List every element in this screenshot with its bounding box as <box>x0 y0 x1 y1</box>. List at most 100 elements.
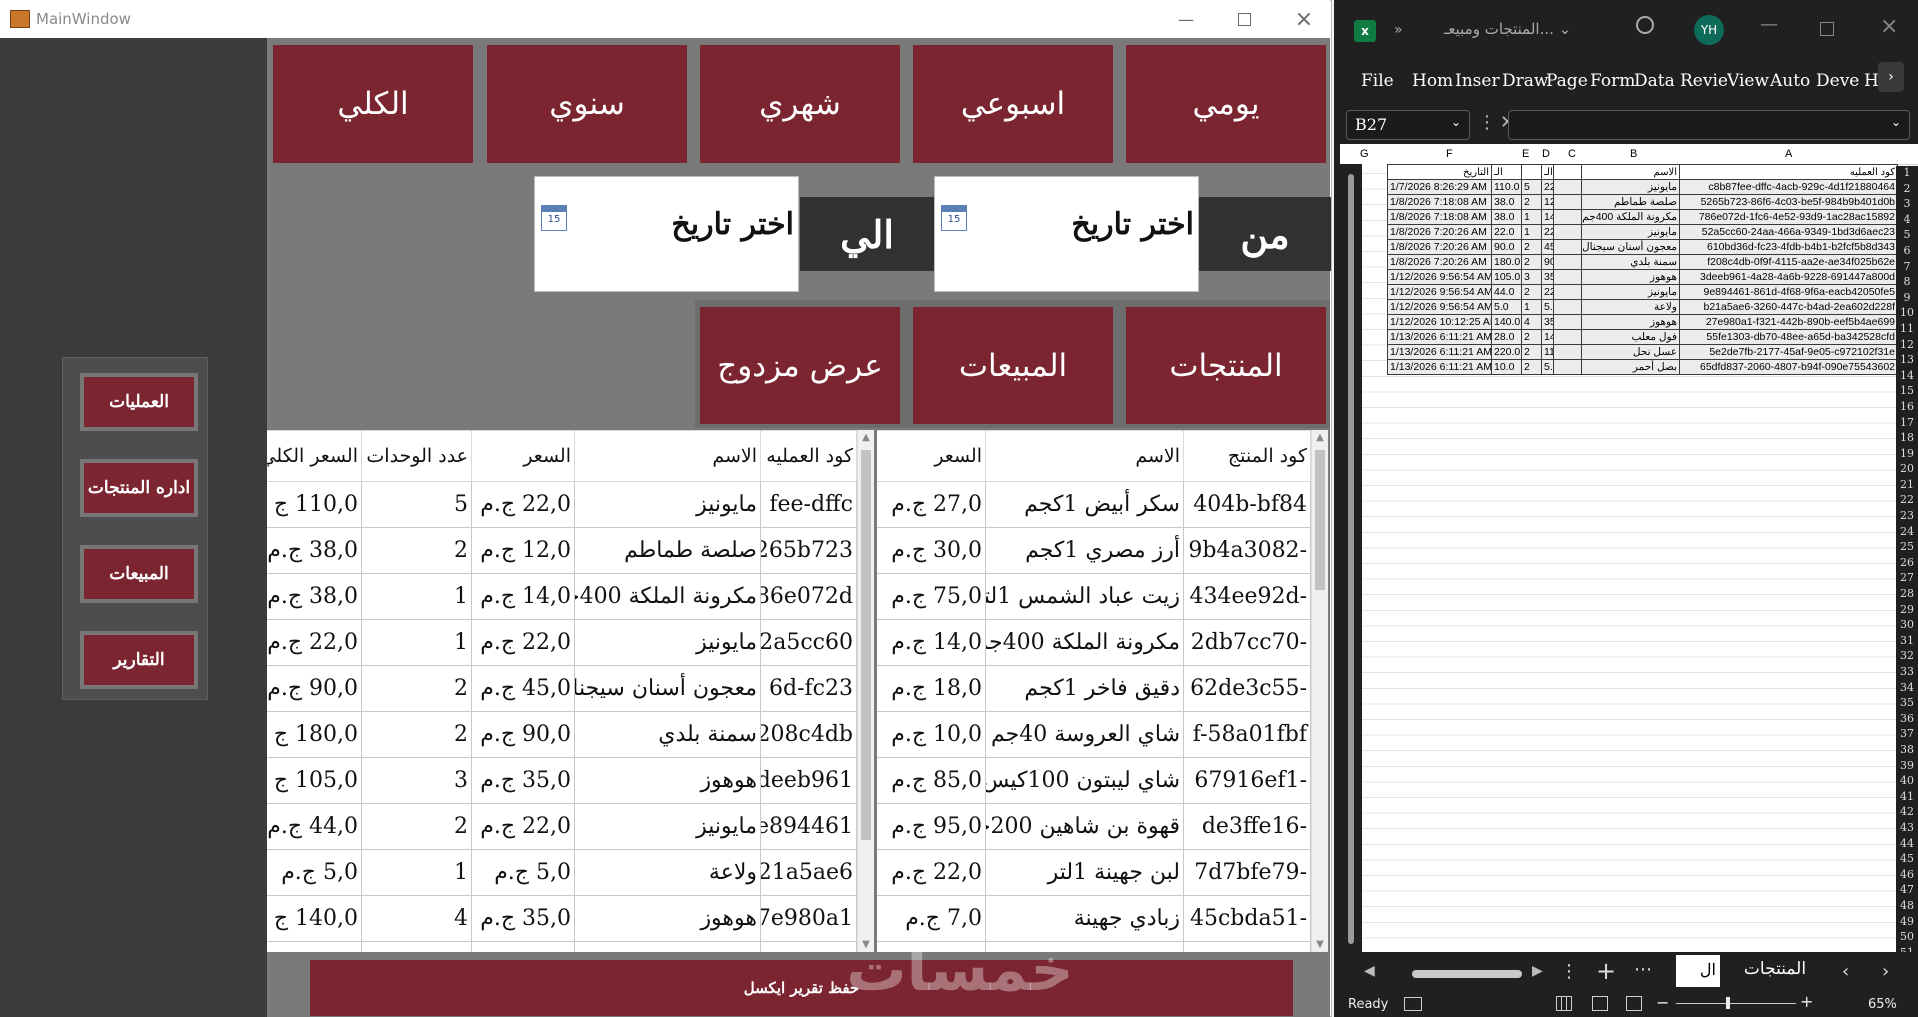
table-row[interactable]: 5fe1303فول معلب14,0 ج.م228,0 ج.م <box>267 941 857 952</box>
zoom-out-icon[interactable]: − <box>1656 993 1669 1012</box>
row-number[interactable]: 14 <box>1896 369 1918 385</box>
excel-cell[interactable]: 1/13/2026 6:11:21 AM <box>1387 329 1492 345</box>
zoom-level[interactable]: 65% <box>1868 997 1897 1012</box>
excel-cell[interactable] <box>1553 194 1582 210</box>
table-cell[interactable]: 2 <box>361 527 472 574</box>
excel-cell[interactable]: فول معلب <box>1581 329 1680 345</box>
row-number[interactable]: 49 <box>1896 915 1918 931</box>
column-header[interactable]: عدد الوحدات <box>361 430 472 482</box>
expand-icon[interactable]: » <box>1394 22 1403 38</box>
table-cell[interactable]: 85,0 ج.م <box>877 757 986 804</box>
excel-cell[interactable]: 1/8/2026 7:20:26 AM <box>1387 254 1492 270</box>
minimize-button[interactable]: — <box>1166 6 1206 32</box>
maximize-button[interactable] <box>1224 6 1264 32</box>
table-cell[interactable]: -0ff2c19b <box>1183 941 1311 952</box>
table-cell[interactable]: 22,0 ج.م <box>267 619 362 666</box>
row-number[interactable]: 33 <box>1896 665 1918 681</box>
chevron-right-icon[interactable]: › <box>1882 961 1889 982</box>
table-cell[interactable]: مايونيز <box>574 619 761 666</box>
table-row[interactable]: -7d7bfe79 لبن جهينة 1لتر 22,0 ج.م <box>877 849 1311 896</box>
excel-cell[interactable]: 35.0 <box>1541 314 1554 330</box>
table-cell[interactable]: -62de3c55 <box>1183 665 1311 712</box>
excel-cell[interactable]: 22.0 <box>1541 179 1554 195</box>
name-box[interactable]: B27 ⌄ <box>1346 110 1470 140</box>
worksheet[interactable]: G F E D C B A التاريخ الـ الـ الاسم كود العم… <box>1340 144 1918 952</box>
excel-cell[interactable]: 140.0 <box>1491 314 1522 330</box>
row-number[interactable]: 9 <box>1896 291 1918 307</box>
table-cell[interactable]: 140,0 ج <box>267 895 362 942</box>
table-cell[interactable]: 5,0 ج.م <box>471 849 575 896</box>
table-cell[interactable]: 28,0 ج.م <box>267 941 362 952</box>
save-excel-report-button[interactable]: حفظ تقرير ايكسل <box>310 960 1293 1016</box>
column-letter[interactable]: B <box>1630 148 1637 160</box>
more-sheets-icon[interactable]: ⋯ <box>1634 959 1652 980</box>
excel-cell[interactable] <box>1553 254 1582 270</box>
row-number[interactable]: 7 <box>1896 260 1918 276</box>
row-number[interactable]: 11 <box>1896 322 1918 338</box>
ribbon-tab[interactable]: Form <box>1590 71 1635 91</box>
table-cell[interactable]: شاي العروسة 40جم <box>985 711 1184 758</box>
table-row[interactable]: deeb961 هوهوز 35,0 ج.م 3 105,0 ج <box>267 757 857 804</box>
excel-cell[interactable]: 90.0 <box>1491 239 1522 255</box>
excel-cell[interactable]: 35.0 <box>1541 269 1554 285</box>
row-number[interactable]: 38 <box>1896 743 1918 759</box>
excel-cell[interactable]: 1 <box>1521 299 1542 315</box>
excel-cell[interactable]: الـ <box>1541 164 1554 180</box>
row-number[interactable]: 13 <box>1896 353 1918 369</box>
excel-cell[interactable]: 38.0 <box>1491 194 1522 210</box>
table-row[interactable]: 2a5cc60 مايونيز 22,0 ج.م 1 22,0 ج.م <box>267 619 857 666</box>
table-cell[interactable]: معجون أسنان سيجنال <box>574 665 761 712</box>
excel-cell[interactable] <box>1553 314 1582 330</box>
table-cell[interactable]: مكرونة الملكة 400جم <box>985 619 1184 666</box>
excel-cell[interactable]: 1/13/2026 6:11:21 AM <box>1387 359 1492 375</box>
zoom-thumb[interactable] <box>1726 997 1730 1009</box>
excel-cell[interactable]: 22.0 <box>1541 224 1554 240</box>
to-date-picker[interactable]: اختر تاريخ 15 <box>534 176 799 292</box>
row-number[interactable]: 51 <box>1896 946 1918 952</box>
table-cell[interactable]: 265b723 <box>760 527 857 574</box>
table-cell[interactable]: -7d7bfe79 <box>1183 849 1311 896</box>
row-number[interactable]: 24 <box>1896 525 1918 541</box>
excel-cell[interactable]: 105.0 <box>1491 269 1522 285</box>
table-cell[interactable]: 90,0 ج.م <box>471 711 575 758</box>
excel-cell[interactable]: 3deeb961-4a28-4a6b-9228-691447a800d <box>1679 269 1898 285</box>
excel-cell[interactable]: 1/12/2026 9:56:54 AM <box>1387 269 1492 285</box>
ribbon-tab[interactable]: Data <box>1634 71 1675 91</box>
excel-cell[interactable]: 110.0 <box>1491 179 1522 195</box>
excel-cell[interactable]: 610bd36d-fc23-4fdb-b4b1-b2fcf5b8d343 <box>1679 239 1898 255</box>
row-number[interactable]: 27 <box>1896 571 1918 587</box>
excel-cell[interactable]: 45.0 <box>1541 239 1554 255</box>
table-cell[interactable]: 18,0 ج.م <box>877 665 986 712</box>
row-number[interactable]: 25 <box>1896 540 1918 556</box>
main-title-bar[interactable]: MainWindow — × <box>0 0 1330 38</box>
table-cell[interactable]: 3 <box>361 757 472 804</box>
table-cell[interactable]: -9b4a3082 <box>1183 527 1311 574</box>
table-row[interactable]: 208c4db سمنة بلدي 90,0 ج.م 2 180,0 ج <box>267 711 857 758</box>
excel-cell[interactable]: 1 <box>1521 209 1542 225</box>
formula-bar[interactable]: ⌄ <box>1508 110 1910 140</box>
table-cell[interactable]: 2 <box>361 803 472 850</box>
table-cell[interactable]: 27,0 ج.م <box>877 481 986 528</box>
table-cell[interactable]: 14,0 ج.م <box>471 941 575 952</box>
excel-cell[interactable] <box>1553 179 1582 195</box>
excel-cell[interactable]: 1/8/2026 7:20:26 AM <box>1387 224 1492 240</box>
row-number[interactable]: 29 <box>1896 603 1918 619</box>
table-row[interactable]: fee-dffc مايونيز 22,0 ج.م 5 110,0 ج <box>267 481 857 528</box>
excel-cell[interactable]: 2 <box>1521 254 1542 270</box>
table-cell[interactable]: 105,0 ج <box>267 757 362 804</box>
excel-cell[interactable]: 65dfd837-2060-4807-b94f-090e75543602 <box>1679 359 1898 375</box>
table-cell[interactable]: 38,0 ج.م <box>267 527 362 574</box>
column-header[interactable]: كود العمليه <box>760 430 857 482</box>
table-cell[interactable]: قهوة بن شاهين 200جم <box>985 803 1184 850</box>
scroll-up-icon[interactable]: ▲ <box>858 432 874 443</box>
more-icon[interactable]: ⋮ <box>1560 961 1578 982</box>
calendar-icon[interactable]: 15 <box>541 205 567 231</box>
excel-cell[interactable]: 1/12/2026 10:12:25 AM <box>1387 314 1492 330</box>
sidebar-button-sales[interactable]: المبيعات <box>80 545 198 603</box>
scroll-down-icon[interactable]: ▼ <box>1312 939 1328 950</box>
view-products-button[interactable]: المنتجات <box>1126 307 1326 424</box>
row-number[interactable]: 2 <box>1896 182 1918 198</box>
excel-cell[interactable]: 5.0 <box>1491 299 1522 315</box>
row-number[interactable]: 8 <box>1896 275 1918 291</box>
table-cell[interactable]: مكرونة الملكة 400جم <box>574 573 761 620</box>
